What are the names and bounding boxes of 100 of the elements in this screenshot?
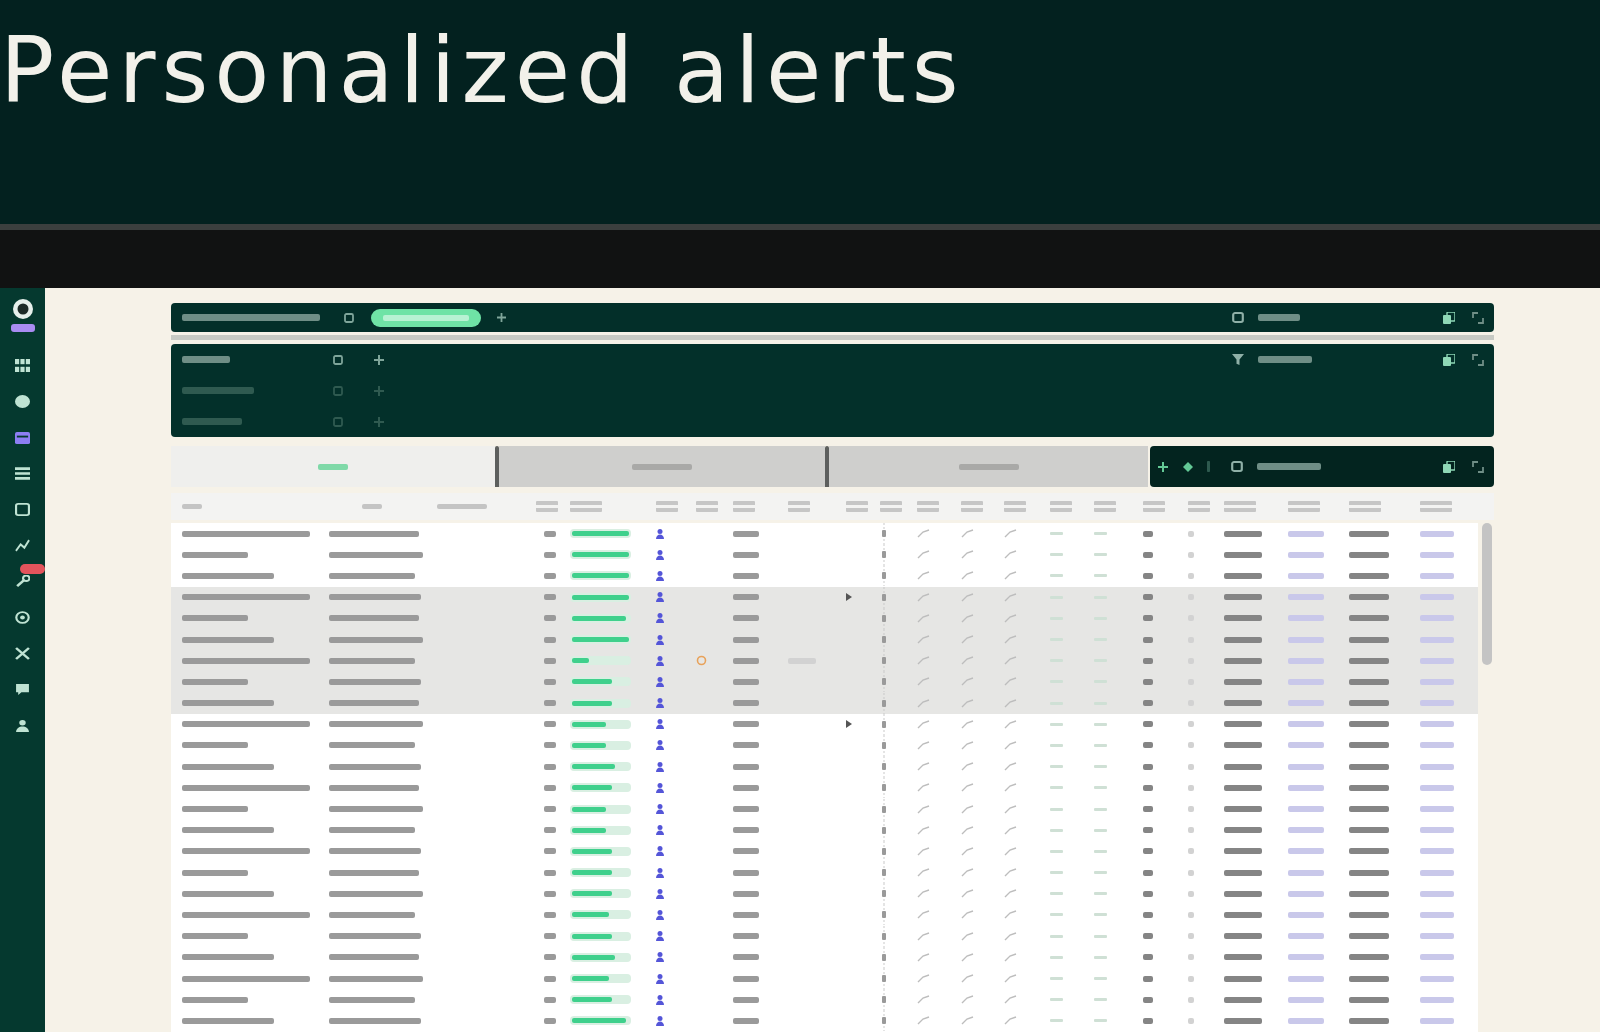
person-icon (656, 528, 664, 539)
illegible-text (1143, 742, 1153, 749)
plus-icon (374, 385, 384, 396)
illegible-text (544, 848, 556, 855)
trend-icon (917, 889, 930, 899)
illegible-text (544, 678, 556, 685)
grid-icon (15, 358, 30, 372)
dash-icon (1050, 765, 1063, 769)
illegible-text (733, 763, 759, 770)
illegible-text (1420, 954, 1454, 961)
illegible-text (733, 657, 759, 664)
expand-icon[interactable] (1472, 311, 1484, 324)
illegible-text (1349, 1017, 1389, 1024)
trend-icon (961, 974, 974, 984)
illegible-text (1143, 827, 1153, 834)
trend-icon (961, 613, 974, 623)
table-row[interactable] (171, 1010, 1478, 1032)
illegible-text (733, 848, 759, 855)
illegible-text (1188, 911, 1194, 918)
illegible-text (1288, 572, 1324, 579)
illegible-text (544, 996, 556, 1003)
dash-icon (1050, 1019, 1063, 1023)
table-row[interactable] (171, 565, 1478, 587)
illegible-text (1288, 742, 1324, 749)
illegible-text (182, 996, 248, 1003)
trend-icon (917, 1016, 930, 1026)
square-icon (1231, 461, 1243, 472)
chart-icon (15, 538, 30, 552)
illegible-text (1224, 551, 1262, 558)
dash-icon (1050, 532, 1063, 536)
illegible-text (544, 572, 556, 579)
illegible-text (1143, 911, 1153, 918)
table-row[interactable] (171, 713, 1478, 735)
table-row[interactable] (171, 523, 1478, 545)
illegible-text (544, 869, 556, 876)
tab[interactable] (499, 446, 825, 487)
illegible-text (1188, 572, 1194, 579)
illegible-text (1143, 869, 1153, 876)
trend-icon (961, 825, 974, 835)
plus-icon (374, 416, 384, 427)
illegible-text (1224, 806, 1262, 813)
filter-chip[interactable] (371, 308, 481, 327)
illegible-text (1349, 530, 1389, 537)
trend-icon (917, 635, 930, 645)
illegible-text (1420, 933, 1454, 940)
plus-icon[interactable] (1158, 461, 1168, 472)
illegible-text (1349, 869, 1389, 876)
copy-icon[interactable] (1443, 311, 1455, 324)
trend-icon (961, 1016, 974, 1026)
illegible-text (1224, 615, 1262, 622)
dash-icon (1094, 977, 1107, 981)
expand-icon[interactable] (1472, 353, 1484, 366)
table-row[interactable] (171, 692, 1478, 714)
illegible-text (733, 996, 759, 1003)
illegible-text (1188, 996, 1194, 1003)
illegible-text (1288, 933, 1324, 940)
illegible-text (733, 721, 759, 728)
trend-icon (917, 592, 930, 602)
illegible-text (1224, 996, 1262, 1003)
plus-icon (374, 354, 384, 365)
person-icon (656, 973, 664, 984)
trend-icon (917, 846, 930, 856)
resize-handle[interactable] (495, 446, 499, 487)
resize-handle[interactable] (825, 446, 829, 487)
illegible-text (1188, 1017, 1194, 1024)
scrollbar[interactable] (1482, 523, 1492, 665)
illegible-text (1349, 678, 1389, 685)
copy-icon[interactable] (1443, 460, 1455, 473)
illegible-text (733, 975, 759, 982)
illegible-text (1143, 700, 1153, 707)
dash-icon (1050, 807, 1063, 811)
illegible-text (1349, 996, 1389, 1003)
person-icon (656, 761, 664, 772)
illegible-text (1143, 551, 1153, 558)
illegible-text (1420, 763, 1454, 770)
illegible-text (1349, 784, 1389, 791)
avatar-icon (10, 298, 35, 332)
illegible-text (1224, 742, 1262, 749)
diamond-icon[interactable] (1183, 461, 1193, 472)
illegible-text (1288, 763, 1324, 770)
illegible-text (1349, 763, 1389, 770)
trend-icon (917, 677, 930, 687)
tab[interactable] (829, 446, 1148, 487)
copy-icon[interactable] (1443, 353, 1455, 366)
illegible-text (733, 933, 759, 940)
illegible-text (1288, 636, 1324, 643)
illegible-text (1188, 890, 1194, 897)
illegible-text (846, 501, 868, 512)
expand-icon[interactable] (1472, 460, 1484, 473)
illegible-text (1288, 869, 1324, 876)
table-row[interactable] (171, 586, 1478, 608)
trend-icon (917, 656, 930, 666)
slide-title: Personalized alerts (0, 26, 965, 116)
trend-icon (961, 677, 974, 687)
trend-icon (917, 825, 930, 835)
dash-icon (1094, 913, 1107, 917)
illegible-text (544, 763, 556, 770)
person-icon (656, 634, 664, 645)
illegible-text (696, 501, 718, 512)
illegible-text (733, 572, 759, 579)
